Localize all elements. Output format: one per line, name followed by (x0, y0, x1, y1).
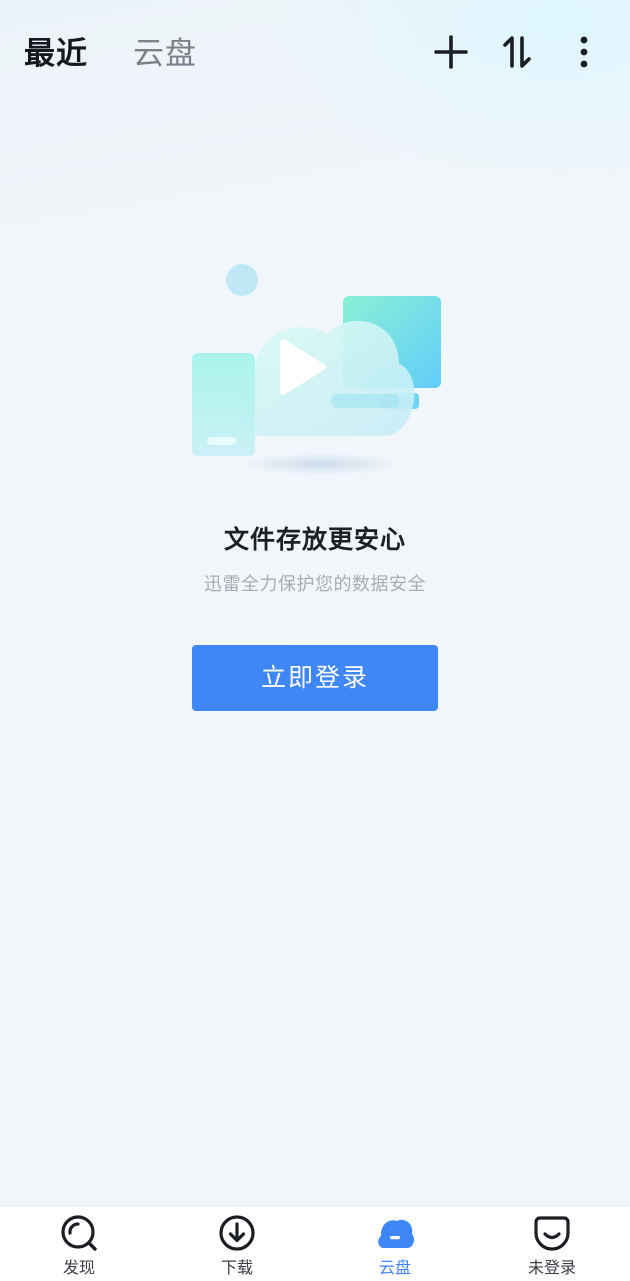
nav-item-profile[interactable]: 未登录 (473, 1206, 630, 1281)
profile-icon (532, 1213, 572, 1253)
nav-label-cloud-drive: 云盘 (378, 1258, 411, 1277)
cloud-play-devices-illustration (185, 258, 450, 488)
download-icon (217, 1213, 257, 1253)
nav-item-download[interactable]: 下载 (158, 1206, 316, 1281)
nav-item-discover[interactable]: 发现 (0, 1206, 158, 1281)
top-bar: 最近 云盘 (0, 0, 630, 110)
nav-label-profile: 未登录 (527, 1258, 576, 1277)
nav-item-cloud-drive[interactable]: 云盘 (316, 1206, 474, 1281)
empty-state-title: 文件存放更安心 (223, 525, 406, 554)
tab-cloud-drive[interactable]: 云盘 (133, 32, 197, 76)
add-icon[interactable] (431, 32, 471, 72)
bottom-nav: 发现 下载 云盘 未登录 (0, 1205, 630, 1281)
empty-state-subtitle: 迅雷全力保护您的数据安全 (204, 574, 426, 595)
discover-icon (59, 1213, 99, 1253)
nav-label-download: 下载 (220, 1258, 253, 1277)
more-icon[interactable] (564, 32, 604, 72)
login-button[interactable]: 立即登录 (192, 645, 438, 711)
sort-icon[interactable] (497, 32, 537, 72)
tab-recent[interactable]: 最近 (24, 32, 88, 76)
nav-label-discover: 发现 (62, 1258, 95, 1277)
cloud-icon (375, 1213, 415, 1253)
